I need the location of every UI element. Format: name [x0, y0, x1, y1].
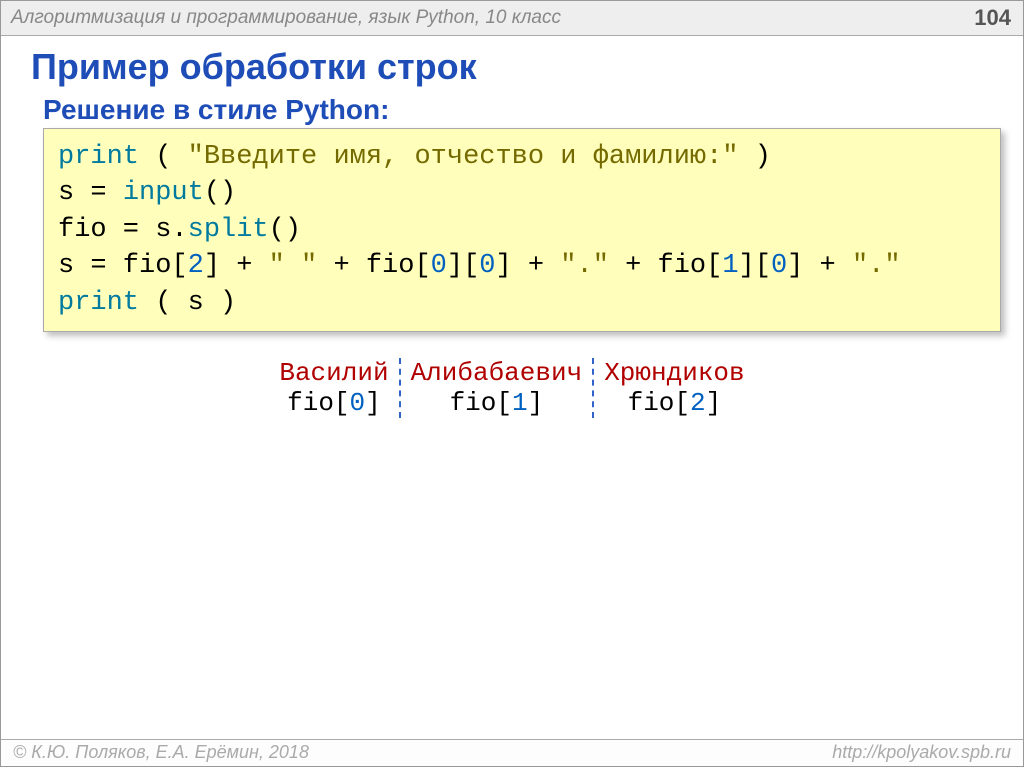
code-line-3: fio = s.split() [58, 212, 986, 248]
example-word: Хрюндиков [604, 358, 744, 388]
string-literal: "Введите имя, отчество и фамилию:" [188, 142, 739, 172]
example-col-1: Алибабаевич fio[1] [401, 358, 595, 418]
example-ref: fio[0] [287, 388, 381, 418]
kw-split: split [188, 215, 269, 245]
example-ref: fio[1] [450, 388, 544, 418]
course-title: Алгоритмизация и программирование, язык … [11, 7, 561, 29]
example-col-2: Хрюндиков fio[2] [594, 358, 754, 418]
kw-print: print [58, 142, 139, 172]
slide-header: Алгоритмизация и программирование, язык … [1, 1, 1023, 36]
code-line-5: print ( s ) [58, 285, 986, 321]
kw-print: print [58, 288, 139, 318]
code-line-4: s = fio[2] + " " + fio[0][0] + "." + fio… [58, 248, 986, 284]
code-block: print ( "Введите имя, отчество и фамилию… [43, 128, 1001, 332]
page-number: 104 [974, 5, 1011, 31]
source-url: http://kpolyakov.spb.ru [832, 742, 1011, 763]
slide-footer: © К.Ю. Поляков, Е.А. Ерёмин, 2018 http:/… [1, 739, 1023, 766]
copyright: © К.Ю. Поляков, Е.А. Ерёмин, 2018 [13, 742, 309, 763]
example-word: Василий [279, 358, 388, 388]
example-ref: fio[2] [628, 388, 722, 418]
code-line-1: print ( "Введите имя, отчество и фамилию… [58, 139, 986, 175]
code-line-2: s = input() [58, 175, 986, 211]
page-title: Пример обработки строк [31, 46, 1023, 88]
kw-input: input [123, 178, 204, 208]
example-breakdown: Василий fio[0] Алибабаевич fio[1] Хрюнди… [1, 358, 1023, 418]
section-subtitle: Решение в стиле Python: [43, 94, 1023, 126]
example-word: Алибабаевич [411, 358, 583, 388]
example-col-0: Василий fio[0] [269, 358, 400, 418]
